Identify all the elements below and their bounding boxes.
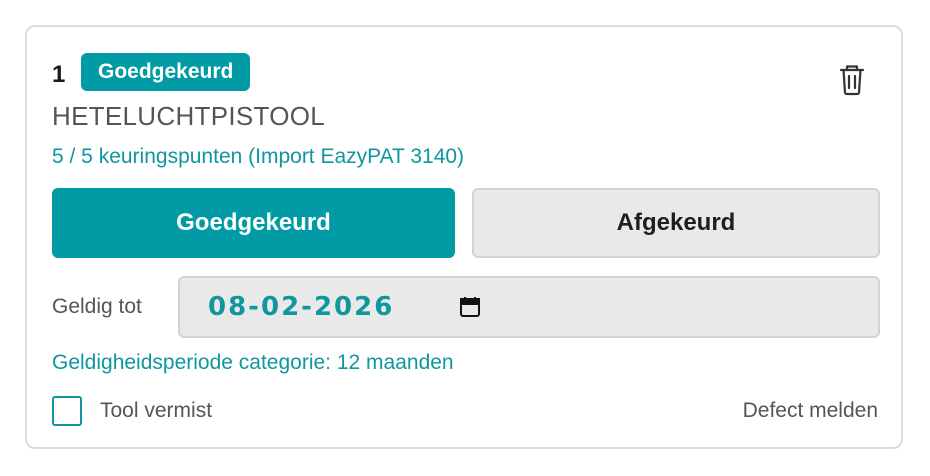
valid-until-label: Geldig tot <box>52 295 142 318</box>
validity-period-text: Geldigheidsperiode categorie: 12 maanden <box>52 351 454 374</box>
inspection-points-link[interactable]: 5 / 5 keuringspunten (Import EazyPAT 314… <box>52 145 464 169</box>
inspection-item-card: 1 Goedgekeurd HETELUCHTPISTOOL 5 / 5 keu… <box>25 25 903 449</box>
tool-missing-label[interactable]: Tool vermist <box>100 399 212 423</box>
date-value: 08-02-2026 <box>208 292 395 322</box>
trash-icon[interactable] <box>837 64 867 96</box>
valid-until-date-input[interactable]: 08-02-2026 <box>178 276 880 338</box>
approve-button[interactable]: Goedgekeurd <box>52 188 455 258</box>
reject-button[interactable]: Afgekeurd <box>472 188 880 258</box>
tool-missing-checkbox[interactable] <box>52 396 82 426</box>
tool-name: HETELUCHTPISTOOL <box>52 101 326 131</box>
status-badge: Goedgekeurd <box>81 53 251 91</box>
item-number: 1 <box>52 61 66 88</box>
calendar-icon[interactable] <box>458 295 482 319</box>
report-defect-link[interactable]: Defect melden <box>743 399 878 423</box>
